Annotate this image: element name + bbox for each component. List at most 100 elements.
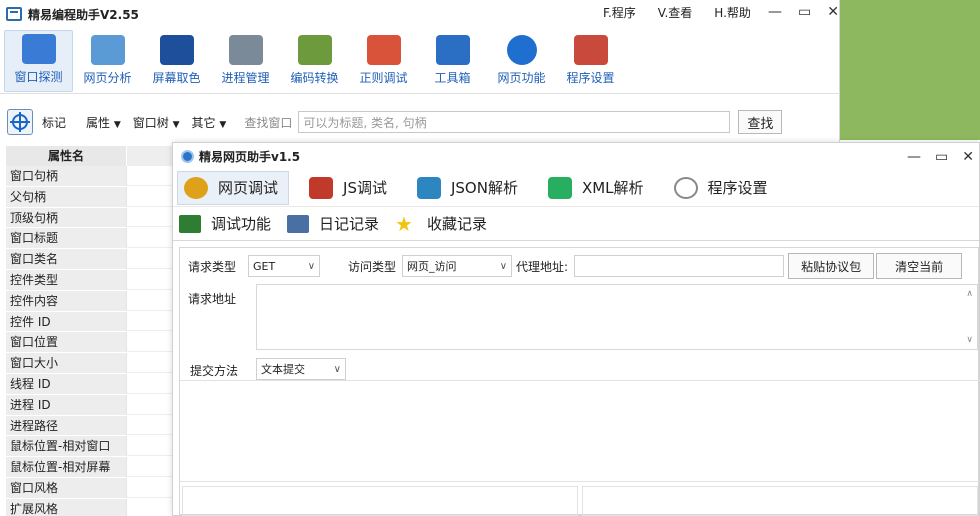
request-type-select[interactable]: GET ∨ <box>248 255 321 277</box>
clear-button[interactable]: 清空当前 <box>876 253 963 279</box>
tool-toolbox[interactable]: 工具箱 <box>418 30 487 92</box>
maximize-icon[interactable]: ▭ <box>935 149 948 165</box>
settings-icon <box>573 35 608 65</box>
scroll-up-icon[interactable]: ∧ <box>966 289 973 299</box>
minimize-icon[interactable]: — <box>768 4 782 20</box>
debug-icon <box>179 214 201 233</box>
property-value <box>126 332 172 353</box>
property-name: 窗口大小 <box>6 353 126 373</box>
property-row[interactable]: 窗口句柄 <box>6 166 172 187</box>
tab-json[interactable]: JSON解析 <box>411 171 528 205</box>
tool-window-probe[interactable]: 窗口探测 <box>4 30 73 92</box>
close-icon[interactable]: ✕ <box>962 149 974 165</box>
property-row[interactable]: 进程路径 <box>6 415 172 437</box>
menu-program[interactable]: F.程序 <box>603 4 636 21</box>
tool-color-picker[interactable]: 屏幕取色 <box>142 30 211 92</box>
tab-label: 网页调试 <box>218 179 279 197</box>
tab-js-debug[interactable]: JS调试 <box>303 171 397 205</box>
tab-label: JS调试 <box>343 179 387 197</box>
tool-label: 屏幕取色 <box>152 71 201 85</box>
visit-type-label: 访问类型 <box>348 259 397 274</box>
encode-icon <box>297 35 332 65</box>
find-button[interactable]: 查找 <box>738 110 783 134</box>
tab-web-debug[interactable]: 网页调试 <box>177 170 290 205</box>
tool-label: 编码转换 <box>290 71 339 85</box>
property-row[interactable]: 顶级句柄 <box>6 207 172 229</box>
property-row[interactable]: 控件内容 <box>6 290 172 312</box>
property-table: 属性名 窗口句柄 父句柄 顶级句柄 窗口标题 窗口类名 控件类型 控件内容 控件 ID 窗口位置… <box>6 146 172 516</box>
property-row[interactable]: 鼠标位置-相对屏幕 <box>6 457 172 478</box>
property-row[interactable]: 扩展风格 <box>6 498 172 516</box>
dropdown-window-tree[interactable]: 窗口树 ▼ <box>133 114 180 131</box>
tool-web-analysis[interactable]: 网页分析 <box>73 30 142 92</box>
property-name: 鼠标位置-相对屏幕 <box>6 457 126 477</box>
visit-type-select[interactable]: 网页_访问 ∨ <box>402 255 513 277</box>
property-value <box>126 477 172 498</box>
property-value <box>126 228 172 249</box>
tool-process[interactable]: 进程管理 <box>211 30 280 92</box>
proxy-input[interactable] <box>574 255 785 277</box>
tab-label: 程序设置 <box>707 179 768 197</box>
property-name: 控件 ID <box>6 311 126 332</box>
tool-web-functions[interactable]: 网页功能 <box>487 30 556 92</box>
tab-settings[interactable]: 程序设置 <box>668 171 778 205</box>
property-name: 窗口句柄 <box>6 166 126 186</box>
tool-settings[interactable]: 程序设置 <box>556 30 625 92</box>
app-icon <box>6 7 22 21</box>
crosshair-icon[interactable] <box>7 109 33 135</box>
url-textarea[interactable]: ∧ ∨ <box>256 284 978 350</box>
property-value <box>126 186 172 207</box>
submit-method-select[interactable]: 文本提交 ∨ <box>256 358 346 380</box>
js-debug-icon <box>309 176 334 199</box>
property-name: 控件内容 <box>6 290 126 311</box>
property-row[interactable]: 父句柄 <box>6 186 172 208</box>
tool-regex[interactable]: 正则调试 <box>349 30 418 92</box>
property-name: 父句柄 <box>6 186 126 207</box>
proxy-label: 代理地址: <box>516 259 569 274</box>
property-row[interactable]: 进程 ID <box>6 394 172 416</box>
property-row[interactable]: 控件类型 <box>6 269 172 291</box>
search-bar: 标记 属性 ▼ 窗口树 ▼ 其它 ▼ 查找窗口 可以为标题, 类名, 句柄 查找 <box>0 104 840 140</box>
response-left-pane[interactable] <box>182 486 578 516</box>
property-name: 窗口类名 <box>6 249 126 269</box>
property-name: 进程路径 <box>6 415 126 436</box>
property-value <box>126 166 172 186</box>
close-icon[interactable]: ✕ <box>827 4 839 20</box>
scroll-down-icon[interactable]: ∨ <box>966 335 973 345</box>
tab-xml[interactable]: XML解析 <box>542 171 654 205</box>
paste-packet-button[interactable]: 粘贴协议包 <box>788 253 875 279</box>
toolbox-icon <box>435 35 470 65</box>
tool-label: 程序设置 <box>566 71 615 85</box>
child-window-controls: — ▭ ✕ <box>907 149 974 165</box>
request-row: 请求类型 GET ∨ 访问类型 网页_访问 ∨ 代理地址: 粘贴协议包 清空当前 <box>180 253 980 279</box>
property-row[interactable]: 控件 ID <box>6 311 172 333</box>
property-row[interactable]: 线程 ID <box>6 373 172 395</box>
tool-label: 网页分析 <box>83 71 132 85</box>
property-row[interactable]: 窗口风格 <box>6 477 172 499</box>
dropdown-properties[interactable]: 属性 ▼ <box>86 114 121 131</box>
subtab-label: 日记记录 <box>319 215 380 233</box>
request-body-area[interactable] <box>180 380 980 482</box>
find-window-input[interactable]: 可以为标题, 类名, 句柄 <box>298 111 731 133</box>
app-title: 精易编程助手V2.55 <box>28 7 139 22</box>
menu-help[interactable]: H.帮助 <box>714 4 751 21</box>
web-helper-window: 精易网页助手v1.5 — ▭ ✕ 网页调试 JS调试 JSON解析 XML解析 … <box>172 142 980 516</box>
property-row[interactable]: 窗口大小 <box>6 353 172 374</box>
subtab-log[interactable]: 日记记录 <box>287 213 379 234</box>
minimize-icon[interactable]: — <box>907 149 921 165</box>
tool-encode[interactable]: 编码转换 <box>280 30 349 92</box>
property-row[interactable]: 窗口位置 <box>6 332 172 354</box>
maximize-icon[interactable]: ▭ <box>798 4 811 20</box>
dropdown-other[interactable]: 其它 ▼ <box>192 114 227 131</box>
response-right-pane[interactable] <box>582 486 978 516</box>
property-value <box>126 353 172 373</box>
property-row[interactable]: 鼠标位置-相对窗口 <box>6 436 172 458</box>
property-row[interactable]: 窗口标题 <box>6 228 172 250</box>
subtab-favorites[interactable]: ★ 收藏记录 <box>395 213 487 234</box>
menu-view[interactable]: V.查看 <box>658 4 692 21</box>
property-name: 鼠标位置-相对窗口 <box>6 436 126 457</box>
property-row[interactable]: 窗口类名 <box>6 249 172 270</box>
subtab-debug[interactable]: 调试功能 <box>179 213 271 234</box>
debug-panel: 请求类型 GET ∨ 访问类型 网页_访问 ∨ 代理地址: 粘贴协议包 清空当前 请… <box>179 247 980 516</box>
tab-label: XML解析 <box>581 179 644 197</box>
